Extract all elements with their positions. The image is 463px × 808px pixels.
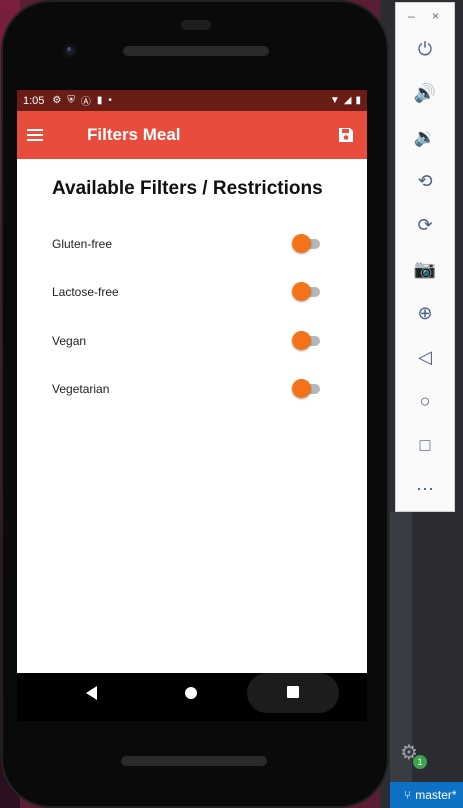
filter-row-vegan: Vegan <box>52 329 322 353</box>
emulator-toolbar: – × ⏻ 🔊 🔉 ⟲ ⟳ 📷 ⊕ ◁ ○ □ ⋯ <box>395 2 455 512</box>
lactose-free-switch[interactable] <box>292 282 322 302</box>
git-branch-status[interactable]: ⑂ master* <box>390 782 463 808</box>
filter-label: Vegan <box>52 334 87 348</box>
vegetarian-switch[interactable] <box>292 379 322 399</box>
volume-up-icon[interactable]: 🔊 <box>413 81 437 105</box>
rotate-left-icon[interactable]: ⟲ <box>413 169 437 193</box>
zoom-icon[interactable]: ⊕ <box>413 301 437 325</box>
settings-gear[interactable]: ⚙ 1 <box>400 740 427 769</box>
branch-icon: ⑂ <box>404 788 412 802</box>
a-status-icon: Ⓐ <box>80 97 91 108</box>
status-bar: 1:05 ⚙ ⛨ Ⓐ ▮ • ▼ ◢ ▮ <box>17 90 367 111</box>
bottom-speaker <box>121 756 267 766</box>
page-title: Available Filters / Restrictions <box>52 178 323 199</box>
power-icon[interactable]: ⏻ <box>413 37 437 61</box>
back-icon[interactable] <box>86 686 97 700</box>
app-title: Filters Meal <box>87 125 181 144</box>
recents-icon[interactable] <box>287 686 299 698</box>
back-icon[interactable]: ◁ <box>413 345 437 369</box>
volume-down-icon[interactable]: 🔉 <box>413 125 437 149</box>
camera-icon[interactable]: 📷 <box>413 257 437 281</box>
sdcard-status-icon: ▮ <box>96 95 103 106</box>
minimize-button[interactable]: – <box>408 9 415 23</box>
filter-label: Gluten-free <box>52 237 113 251</box>
filter-row-lactose-free: Lactose-free <box>52 280 322 304</box>
filter-row-gluten-free: Gluten-free <box>52 232 322 256</box>
top-notch <box>181 20 211 30</box>
filter-label: Vegetarian <box>52 382 110 396</box>
settings-status-icon: ⚙ <box>52 95 62 106</box>
rotate-right-icon[interactable]: ⟳ <box>413 213 437 237</box>
shield-status-icon: ⛨ <box>67 95 75 106</box>
gluten-free-switch[interactable] <box>292 234 322 254</box>
front-camera <box>63 44 77 58</box>
more-icon[interactable]: ⋯ <box>413 477 437 501</box>
close-button[interactable]: × <box>432 9 439 23</box>
save-icon[interactable] <box>338 127 354 143</box>
home-icon[interactable] <box>185 687 197 699</box>
filter-label: Lactose-free <box>52 285 119 299</box>
app-screen: 1:05 ⚙ ⛨ Ⓐ ▮ • ▼ ◢ ▮ Filters Meal Availa… <box>17 90 367 673</box>
emulator-window-controls: – × <box>396 3 454 31</box>
notification-badge: 1 <box>413 755 427 769</box>
signal-icon: ◢ <box>343 95 352 106</box>
top-speaker <box>123 46 269 56</box>
wifi-icon: ▼ <box>329 95 340 106</box>
battery-icon: ▮ <box>355 95 361 106</box>
vegan-switch[interactable] <box>292 331 322 351</box>
status-time: 1:05 <box>23 94 45 107</box>
branch-label: master* <box>415 788 457 802</box>
overview-icon[interactable]: □ <box>413 433 437 457</box>
android-nav-bar <box>17 673 367 721</box>
status-dot: • <box>108 95 112 106</box>
menu-icon[interactable] <box>27 129 43 141</box>
home-icon[interactable]: ○ <box>413 389 437 413</box>
app-bar: Filters Meal <box>17 111 367 159</box>
filter-row-vegetarian: Vegetarian <box>52 377 322 401</box>
